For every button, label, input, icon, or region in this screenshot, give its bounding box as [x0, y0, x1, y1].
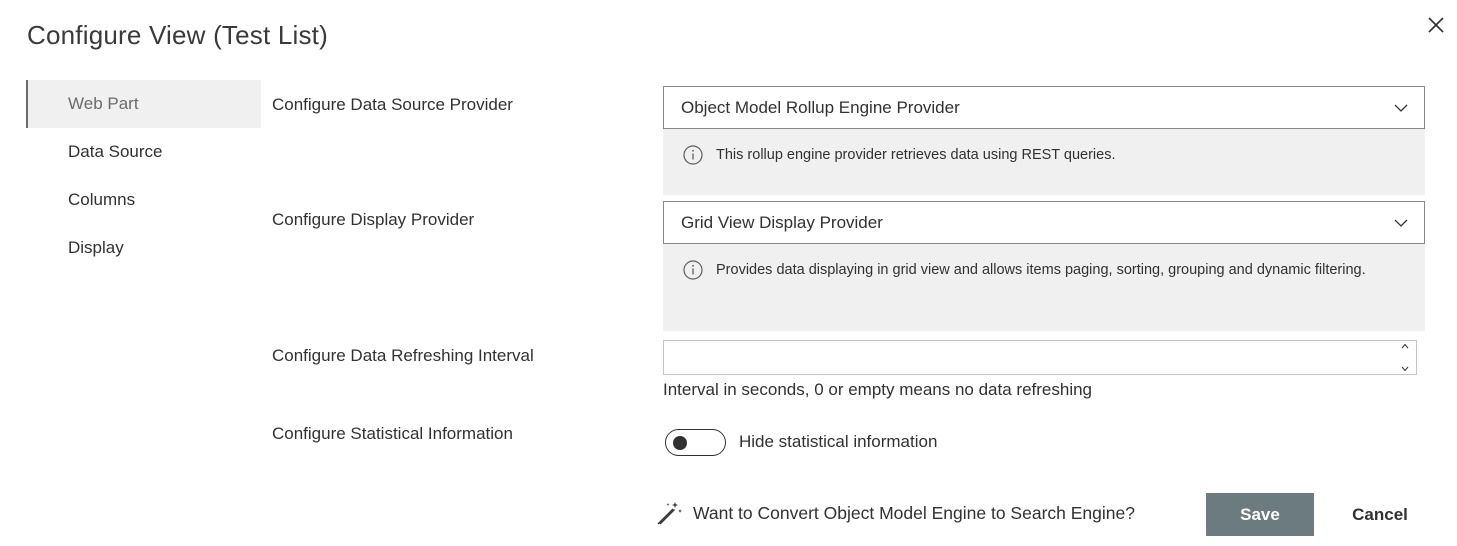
- data-source-provider-label: Configure Data Source Provider: [272, 95, 513, 114]
- magic-wand-icon: [657, 502, 682, 525]
- chevron-up-icon[interactable]: [1401, 343, 1409, 349]
- save-button[interactable]: Save: [1206, 493, 1314, 536]
- statistical-info-label: Configure Statistical Information: [272, 424, 513, 443]
- chevron-down-icon[interactable]: [1401, 366, 1409, 372]
- configure-view-dialog: Configure View (Test List) Web Part Data…: [0, 0, 1457, 546]
- nav-item-web-part[interactable]: Web Part: [26, 80, 261, 128]
- chevron-down-icon: [1394, 219, 1408, 227]
- hide-statistics-label: Hide statistical information: [739, 432, 938, 451]
- toggle-knob: [673, 436, 687, 450]
- info-icon: [683, 260, 703, 280]
- convert-engine-text: Want to Convert Object Model Engine to S…: [693, 502, 1135, 523]
- display-provider-label: Configure Display Provider: [272, 210, 475, 229]
- display-provider-select[interactable]: Grid View Display Provider: [663, 201, 1425, 244]
- data-source-provider-select[interactable]: Object Model Rollup Engine Provider: [663, 86, 1425, 129]
- hide-statistics-toggle[interactable]: [665, 429, 726, 456]
- close-button[interactable]: [1423, 12, 1449, 38]
- refresh-interval-hint: Interval in seconds, 0 or empty means no…: [663, 380, 1093, 399]
- settings-nav: Web Part Data Source Columns Display: [26, 80, 261, 272]
- data-source-provider-info: This rollup engine provider retrieves da…: [663, 129, 1425, 195]
- dialog-title: Configure View (Test List): [27, 20, 328, 50]
- nav-item-data-source[interactable]: Data Source: [26, 128, 261, 176]
- refresh-interval-input[interactable]: [663, 340, 1417, 375]
- cancel-button[interactable]: Cancel: [1330, 493, 1430, 536]
- data-source-provider-value: Object Model Rollup Engine Provider: [681, 97, 960, 117]
- display-provider-info-text: Provides data displaying in grid view an…: [716, 262, 1366, 278]
- display-provider-value: Grid View Display Provider: [681, 212, 883, 232]
- convert-engine-link[interactable]: Want to Convert Object Model Engine to S…: [656, 500, 1135, 526]
- chevron-down-icon: [1394, 104, 1408, 112]
- info-icon: [683, 145, 703, 165]
- nav-item-display[interactable]: Display: [26, 224, 261, 272]
- data-source-provider-info-text: This rollup engine provider retrieves da…: [716, 147, 1116, 163]
- display-provider-info: Provides data displaying in grid view an…: [663, 244, 1425, 331]
- close-icon: [1428, 17, 1444, 33]
- number-spinner[interactable]: [1400, 343, 1410, 372]
- refresh-interval-label: Configure Data Refreshing Interval: [272, 346, 534, 365]
- nav-item-columns[interactable]: Columns: [26, 176, 261, 224]
